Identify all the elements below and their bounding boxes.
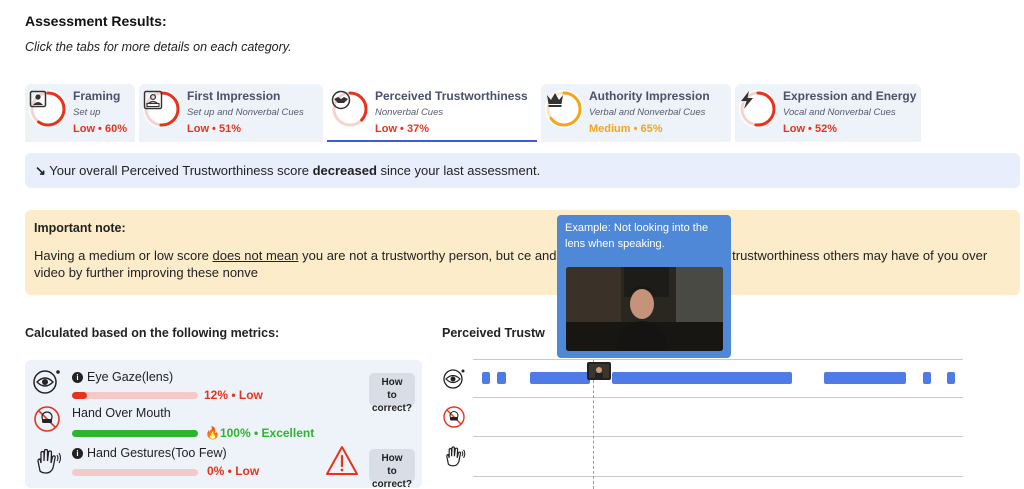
playhead-thumbnail[interactable] bbox=[587, 362, 611, 380]
tab-subtitle: Nonverbal Cues bbox=[375, 107, 444, 118]
tab-score: Medium • 65% bbox=[589, 123, 663, 135]
eye-gaze-segment[interactable] bbox=[824, 372, 906, 384]
waving-hand-icon bbox=[32, 447, 62, 477]
tab-framing[interactable]: Framing Set up Low • 60% bbox=[25, 84, 135, 142]
metric-name: Eye Gaze(lens) bbox=[87, 370, 174, 384]
trustworthiness-score-ring bbox=[331, 90, 369, 128]
how-to-correct-button[interactable]: How to correct? bbox=[369, 449, 415, 489]
metric-bar bbox=[72, 392, 198, 399]
banner-text-bold: decreased bbox=[312, 163, 377, 178]
note-text-before: Having a medium or low score bbox=[34, 248, 209, 263]
tab-score: Low • 51% bbox=[187, 123, 241, 135]
metric-score: 0% • Low bbox=[207, 464, 260, 478]
trend-down-icon: ↘ bbox=[35, 163, 46, 178]
tab-subtitle: Verbal and Nonverbal Cues bbox=[589, 107, 706, 118]
important-note: Important note: Having a medium or low s… bbox=[25, 210, 1020, 295]
eye-gaze-segment[interactable] bbox=[497, 372, 506, 384]
timeline-gridline bbox=[473, 436, 963, 437]
tooltip-text: Example: Not looking into the lens when … bbox=[565, 222, 709, 250]
info-icon[interactable]: i bbox=[72, 371, 83, 383]
banner-text-after: since your last assessment. bbox=[380, 163, 541, 178]
hand-over-mouth-icon bbox=[32, 404, 62, 434]
eye-gaze-segment[interactable] bbox=[482, 372, 490, 384]
example-tooltip: Example: Not looking into the lens when … bbox=[557, 215, 731, 358]
note-title: Important note: bbox=[34, 221, 126, 235]
metric-name: Hand Gestures(Too Few) bbox=[87, 446, 227, 460]
timeline-gridline bbox=[473, 476, 963, 477]
note-body: Having a medium or low score does not me… bbox=[34, 247, 1009, 281]
tab-name: Perceived Trustworthiness bbox=[375, 89, 528, 103]
eye-gaze-segment[interactable] bbox=[947, 372, 955, 384]
framing-score-ring bbox=[29, 90, 67, 128]
tab-first-impression[interactable]: First Impression Set up and Nonverbal Cu… bbox=[139, 84, 323, 142]
how-to-correct-button[interactable]: How to correct? bbox=[369, 373, 415, 414]
tab-subtitle: Set up and Nonverbal Cues bbox=[187, 107, 304, 118]
tab-name: First Impression bbox=[187, 89, 281, 103]
metric-bar bbox=[72, 430, 198, 437]
first-impression-score-ring bbox=[143, 90, 181, 128]
note-text-after: you are not a trustworthy person, but bbox=[302, 248, 514, 263]
example-video-thumbnail[interactable] bbox=[566, 267, 723, 351]
score-change-banner: ↘ Your overall Perceived Trustworthiness… bbox=[25, 153, 1020, 188]
eye-icon bbox=[32, 367, 62, 397]
expression-score-ring bbox=[739, 90, 777, 128]
timeline-gridline bbox=[473, 397, 963, 398]
hand-over-mouth-icon bbox=[442, 405, 466, 429]
tab-subtitle: Set up bbox=[73, 107, 101, 118]
metrics-title: Calculated based on the following metric… bbox=[25, 326, 280, 340]
metrics-panel: i Eye Gaze(lens) 12% • Low How to correct… bbox=[25, 360, 422, 489]
tab-perceived-trustworthiness[interactable]: Perceived Trustworthiness Nonverbal Cues… bbox=[327, 84, 537, 142]
tab-name: Authority Impression bbox=[589, 89, 710, 103]
banner-text-before: Your overall Perceived Trustworthiness s… bbox=[49, 163, 309, 178]
page-title: Assessment Results: bbox=[25, 13, 167, 29]
eye-gaze-segment[interactable] bbox=[530, 372, 590, 384]
tab-name: Framing bbox=[73, 89, 121, 103]
metric-score: 🔥100% • Excellent bbox=[205, 426, 315, 440]
timeline-gridline bbox=[473, 359, 963, 360]
metric-score: 12% • Low bbox=[204, 388, 263, 402]
metric-row-hand-gestures: i Hand Gestures(Too Few) 0% • Low How to … bbox=[25, 444, 422, 489]
note-text-underline: does not mean bbox=[212, 248, 299, 263]
metric-name: Hand Over Mouth bbox=[72, 406, 171, 420]
info-icon[interactable]: i bbox=[72, 447, 83, 459]
tab-score: Low • 52% bbox=[783, 123, 837, 135]
tab-authority-impression[interactable]: Authority Impression Verbal and Nonverba… bbox=[541, 84, 731, 142]
tab-subtitle: Vocal and Nonverbal Cues bbox=[783, 107, 896, 118]
tab-expression-and-energy[interactable]: Expression and Energy Vocal and Nonverba… bbox=[735, 84, 921, 142]
waving-hand-icon bbox=[442, 445, 466, 469]
authority-score-ring bbox=[545, 90, 583, 128]
page-subtitle: Click the tabs for more details on each … bbox=[25, 40, 292, 54]
timeline-title: Perceived Trustw bbox=[442, 326, 545, 340]
eye-gaze-segment[interactable] bbox=[612, 372, 792, 384]
metric-bar bbox=[72, 469, 198, 476]
tab-score: Low • 60% bbox=[73, 123, 127, 135]
metric-row-eye-gaze: i Eye Gaze(lens) 12% • Low How to correct… bbox=[25, 364, 422, 414]
tab-name: Expression and Energy bbox=[783, 89, 917, 103]
eye-icon bbox=[442, 367, 466, 391]
flame-icon: 🔥 bbox=[205, 426, 220, 440]
eye-gaze-segment[interactable] bbox=[923, 372, 931, 384]
metric-row-hand-over-mouth: Hand Over Mouth 🔥100% • Excellent bbox=[25, 404, 422, 444]
tab-score: Low • 37% bbox=[375, 123, 429, 135]
warning-icon bbox=[325, 445, 359, 477]
